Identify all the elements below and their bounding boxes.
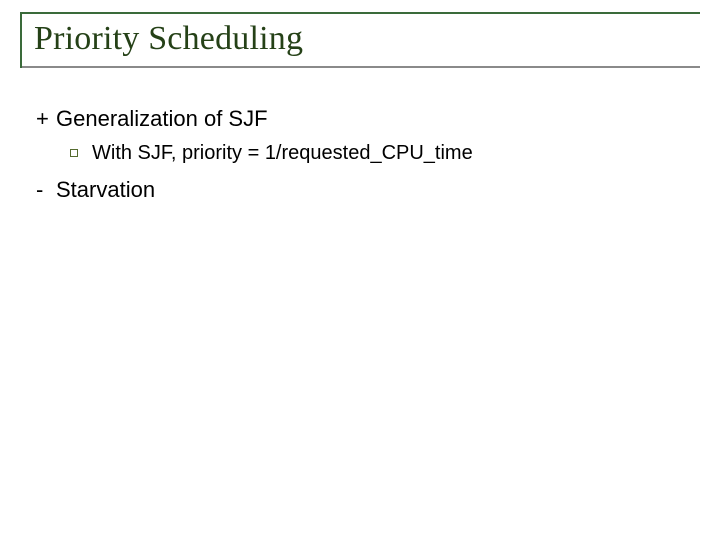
slide-body: + Generalization of SJF With SJF, priori… [20, 106, 700, 203]
title-rule-left [20, 12, 22, 68]
sub-bullet: With SJF, priority = 1/requested_CPU_tim… [36, 142, 700, 165]
bullet-text: Generalization of SJF [56, 106, 268, 132]
title-block: Priority Scheduling [20, 12, 700, 68]
title-rule-bottom [22, 66, 700, 68]
bullet-point: - Starvation [36, 177, 700, 203]
sub-bullet-text: With SJF, priority = 1/requested_CPU_tim… [92, 142, 473, 165]
bullet-text: Starvation [56, 177, 155, 203]
slide-title: Priority Scheduling [22, 18, 700, 64]
square-bullet-icon [70, 149, 78, 157]
slide: Priority Scheduling + Generalization of … [0, 0, 720, 540]
bullet-prefix: - [36, 177, 50, 203]
title-rule-top [22, 12, 700, 14]
bullet-point: + Generalization of SJF [36, 106, 700, 132]
bullet-prefix: + [36, 106, 50, 132]
